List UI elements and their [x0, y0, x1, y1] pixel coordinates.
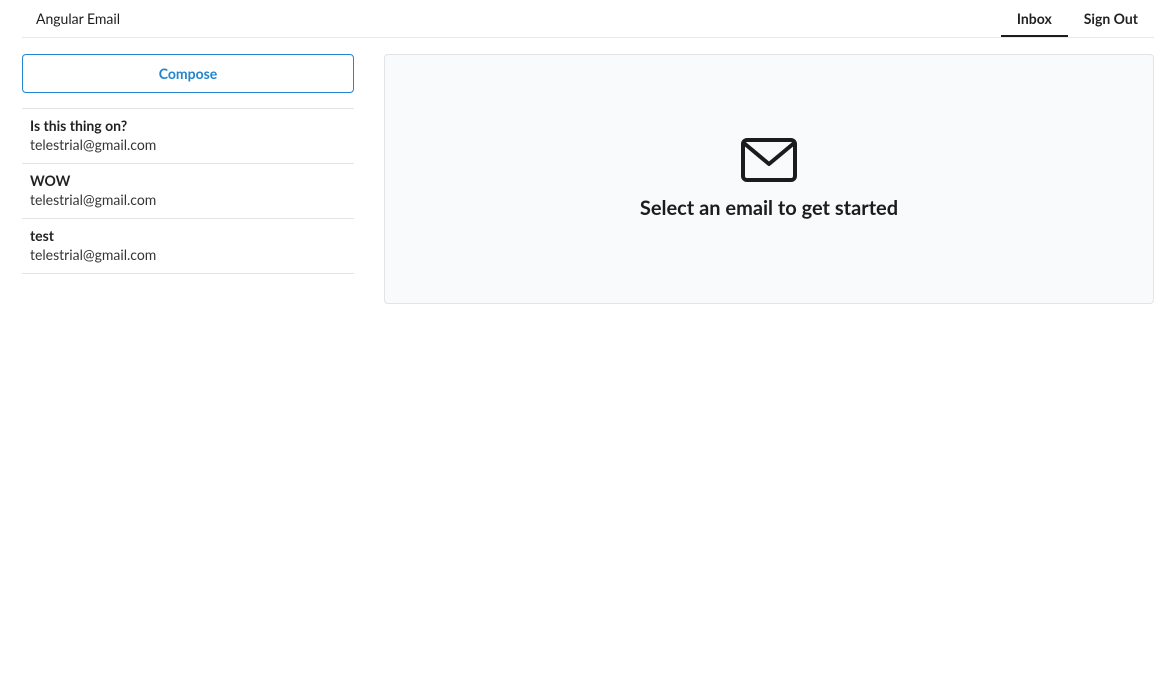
email-from: telestrial@gmail.com: [30, 191, 348, 210]
main-panel: Select an email to get started: [384, 54, 1154, 304]
top-nav: Angular Email Inbox Sign Out: [22, 0, 1154, 38]
email-subject: Is this thing on?: [30, 117, 348, 135]
main-layout: Compose Is this thing on? telestrial@gma…: [0, 38, 1176, 304]
email-list-item[interactable]: test telestrial@gmail.com: [22, 219, 354, 274]
email-list: Is this thing on? telestrial@gmail.com W…: [22, 108, 354, 274]
email-list-item[interactable]: WOW telestrial@gmail.com: [22, 164, 354, 219]
empty-state: Select an email to get started: [384, 54, 1154, 304]
email-subject: WOW: [30, 172, 348, 190]
compose-button[interactable]: Compose: [22, 54, 354, 93]
nav-inbox[interactable]: Inbox: [1001, 0, 1068, 37]
email-from: telestrial@gmail.com: [30, 246, 348, 265]
nav-signout[interactable]: Sign Out: [1068, 0, 1154, 37]
app-brand[interactable]: Angular Email: [22, 0, 134, 37]
email-subject: test: [30, 227, 348, 245]
placeholder-message: Select an email to get started: [640, 196, 898, 220]
email-from: telestrial@gmail.com: [30, 136, 348, 155]
envelope-icon: [741, 138, 797, 186]
sidebar: Compose Is this thing on? telestrial@gma…: [22, 54, 354, 304]
top-nav-right: Inbox Sign Out: [1001, 0, 1154, 37]
email-list-item[interactable]: Is this thing on? telestrial@gmail.com: [22, 109, 354, 164]
